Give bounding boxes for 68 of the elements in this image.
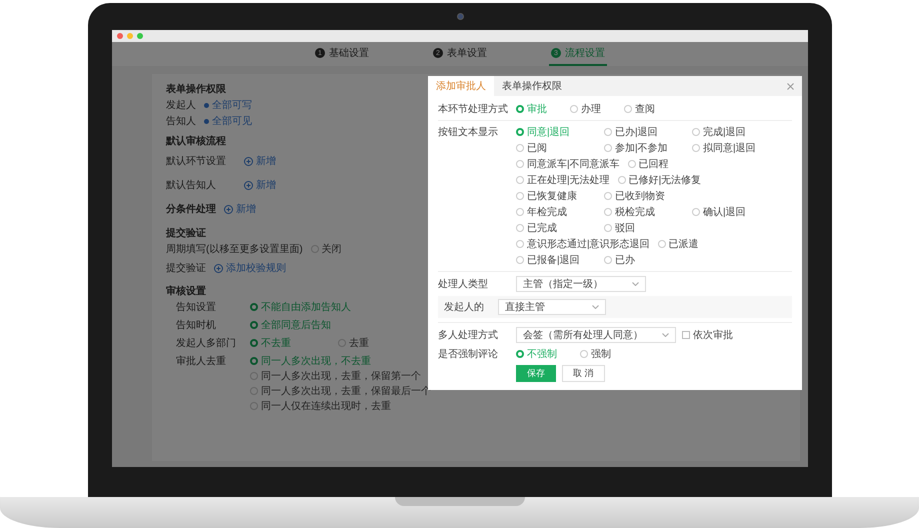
field-label: 发起人多部门 xyxy=(176,336,237,350)
radio-option[interactable]: 已报备|退回 xyxy=(516,253,596,267)
radio-option[interactable]: 关闭 xyxy=(310,242,342,256)
field-label: 告知时机 xyxy=(176,318,217,332)
section-title: 分条件处理 xyxy=(166,202,216,216)
radio-option[interactable]: 拟同意|退回 xyxy=(692,141,772,155)
handler-type-select[interactable]: 主管（指定一级） xyxy=(516,276,646,292)
radio-option[interactable]: 已办 xyxy=(604,253,684,267)
dialog-tab[interactable]: 表单操作权限 xyxy=(494,76,570,96)
field-label: 发起人 xyxy=(166,98,196,112)
checkbox-option[interactable]: 依次审批 xyxy=(682,328,733,342)
radio-option[interactable]: 办理 xyxy=(570,102,610,116)
close-dot-icon[interactable] xyxy=(117,33,123,39)
camera-icon xyxy=(456,13,464,20)
field-label: 是否强制评论 xyxy=(438,348,499,361)
field-label: 周期填写(以移至更多设置里面) xyxy=(166,242,303,256)
radio-option[interactable]: 意识形态通过|意识形态退回 xyxy=(516,237,650,251)
plus-circle-icon xyxy=(244,156,253,166)
section-title: 表单操作权限 xyxy=(166,82,226,96)
radio-option[interactable]: 已阅 xyxy=(516,141,596,155)
cancel-button[interactable]: 取 消 xyxy=(562,365,605,382)
field-label: 提交验证 xyxy=(166,262,206,275)
plus-circle-icon xyxy=(244,180,253,190)
bullet-icon xyxy=(204,102,209,108)
radio-option[interactable]: 已完成 xyxy=(516,221,596,235)
maximize-dot-icon[interactable] xyxy=(137,33,143,39)
field-label: 本环节处理方式 xyxy=(438,102,509,116)
multi-handler-select[interactable]: 会签（需所有处理人同意） xyxy=(516,327,676,343)
field-label: 默认环节设置 xyxy=(166,154,227,168)
field-label: 处理人类型 xyxy=(438,278,489,291)
field-label: 按钮文本显示 xyxy=(438,126,499,139)
field-label: 多人处理方式 xyxy=(438,328,499,342)
field-label: 发起人的 xyxy=(443,300,485,314)
radio-option[interactable]: 同意派车|不同意派车 xyxy=(516,157,620,171)
field-label: 告知设置 xyxy=(176,300,217,314)
radio-option[interactable]: 已派遣 xyxy=(658,237,738,251)
field-label: 告知人 xyxy=(166,114,196,128)
radio-option[interactable]: 同一人仅在连续出现时，去重 xyxy=(250,399,431,413)
radio-option[interactable]: 去重 xyxy=(338,336,418,350)
radio-option[interactable]: 已收到物资 xyxy=(604,189,684,203)
chevron-down-icon xyxy=(592,305,599,309)
radio-option[interactable]: 确认|退回 xyxy=(692,205,772,219)
radio-option[interactable]: 完成|退回 xyxy=(692,125,772,139)
radio-option[interactable]: 参加|不参加 xyxy=(604,141,684,155)
chevron-down-icon xyxy=(632,282,639,286)
field-label: 默认告知人 xyxy=(166,178,217,192)
section-title: 审核设置 xyxy=(166,284,206,298)
radio-option[interactable]: 同一人多次出现，去重，保留第一个 xyxy=(250,369,431,383)
radio-option[interactable]: 年检完成 xyxy=(516,205,596,219)
chevron-down-icon xyxy=(662,333,669,337)
radio-option[interactable]: 正在处理|无法处理 xyxy=(516,173,610,187)
radio-option[interactable]: 已恢复健康 xyxy=(516,189,596,203)
radio-option[interactable]: 强制 xyxy=(580,347,630,361)
bullet-icon xyxy=(204,118,209,124)
supervisor-select[interactable]: 直接主管 xyxy=(498,299,606,315)
section-title: 提交验证 xyxy=(166,226,206,240)
section-title: 默认审核流程 xyxy=(166,134,226,148)
radio-option[interactable]: 已回程 xyxy=(628,157,708,171)
field-label: 审批人去重 xyxy=(176,354,227,368)
close-icon[interactable] xyxy=(787,82,794,90)
radio-option[interactable]: 已修好|无法修复 xyxy=(618,173,702,187)
radio-option[interactable]: 查阅 xyxy=(624,102,664,116)
plus-circle-icon xyxy=(224,204,233,214)
minimize-dot-icon[interactable] xyxy=(127,33,133,39)
radio-option[interactable]: 已办|退回 xyxy=(604,125,684,139)
radio-option[interactable]: 税检完成 xyxy=(604,205,684,219)
radio-option[interactable]: 驳回 xyxy=(604,221,684,235)
plus-circle-icon xyxy=(214,264,223,272)
